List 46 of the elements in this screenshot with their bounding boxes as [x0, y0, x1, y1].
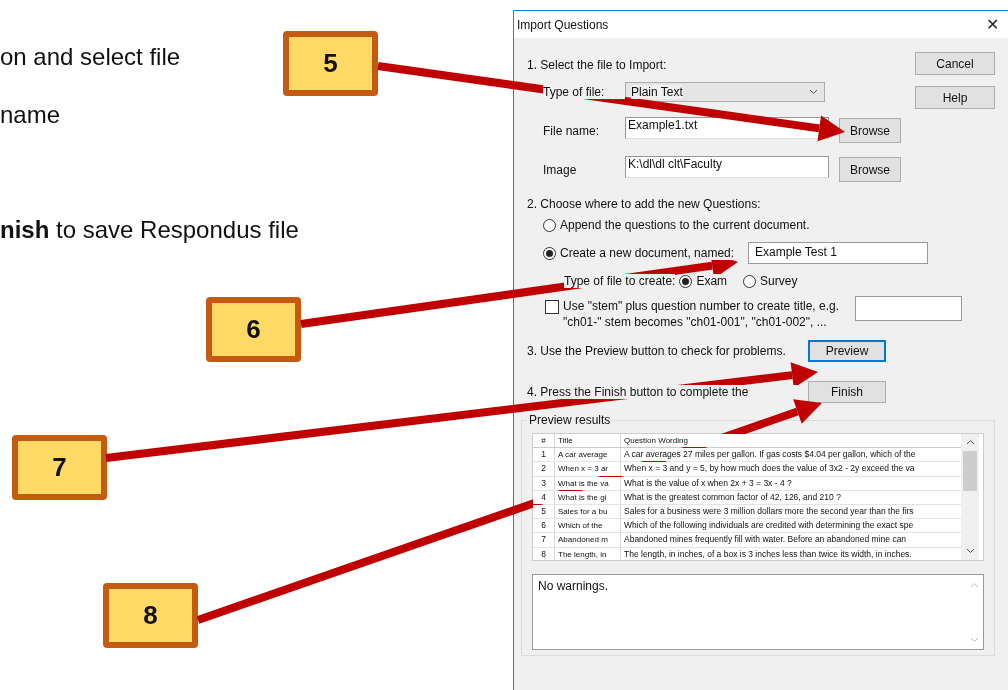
chevron-down-icon [970, 637, 979, 643]
chevron-down-icon [965, 548, 975, 554]
close-button[interactable]: ✕ [977, 11, 1008, 38]
step-callout: 7 [12, 435, 107, 500]
slide-text: name [0, 101, 61, 129]
dialog-button[interactable]: Finish [808, 380, 886, 403]
checkbox-label: Use "stem" plus question number to create title, e.g. "ch01-" stem becomes "ch01-001", "ch01-002", ... [563, 298, 839, 330]
file-type-dropdown[interactable]: Plain Text [625, 81, 825, 102]
radio-label: Create a new document, named: [560, 246, 735, 260]
window-title: Import Questions [517, 17, 609, 32]
step-callout: 8 [103, 583, 198, 648]
warnings-box[interactable]: No warnings. [532, 574, 984, 650]
chevron-up-icon [970, 582, 979, 588]
dialog-button[interactable]: Cancel [915, 52, 995, 75]
radio-button[interactable] [543, 218, 556, 232]
step-heading: 2. Choose where to add the new Questions: [527, 197, 761, 211]
chevron-up-icon [965, 439, 975, 445]
stem-field[interactable] [855, 296, 962, 321]
slide-text: on and select file [0, 43, 181, 71]
document-name-field[interactable]: Example Test 1 [748, 242, 928, 264]
image-path-field[interactable]: K:\dl\dl clt\Faculty [625, 155, 829, 178]
chevron-down-icon [809, 88, 818, 95]
table-cell: Which of the [555, 519, 621, 533]
radio-label: Exam [696, 274, 728, 288]
radio-button[interactable] [543, 246, 556, 260]
field-label: Type of file to create: [564, 274, 676, 288]
column-header[interactable]: Title [555, 434, 621, 448]
browse-button[interactable]: Browse [839, 157, 901, 182]
table-cell: Abandoned m [555, 533, 621, 547]
radio-button[interactable] [679, 274, 693, 288]
dialog-button[interactable]: Preview [808, 339, 886, 362]
browse-button[interactable]: Browse [839, 118, 901, 143]
step-callout: 5 [283, 31, 378, 96]
slide-text: nish to save Respondus file [0, 216, 299, 244]
table-cell: A car average [555, 448, 621, 462]
field-label: Type of file: [543, 84, 625, 99]
checkbox[interactable] [545, 300, 559, 314]
step-callout: 6 [206, 297, 301, 362]
radio-label: Survey [760, 274, 798, 288]
table-cell: When x = 3 ar [555, 462, 621, 476]
radio-label: Append the questions to the current document. [560, 218, 810, 232]
dialog-button[interactable]: Help [915, 86, 995, 109]
radio-button[interactable] [743, 274, 757, 288]
scrollbar[interactable] [961, 434, 979, 560]
group-legend: Preview results [527, 413, 613, 427]
step-heading: 1. Select the file to Import: [527, 58, 667, 72]
